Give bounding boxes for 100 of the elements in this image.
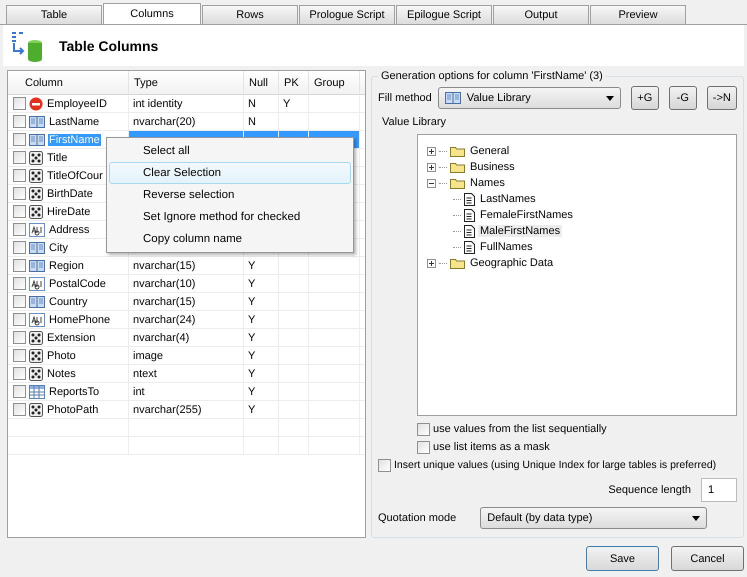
tree-item[interactable]: MaleFirstNames	[478, 225, 562, 237]
tab[interactable]: Prologue Script	[299, 5, 395, 24]
table-cell: nvarchar(20)	[129, 113, 244, 131]
table-cell[interactable]: HireDate	[46, 206, 92, 218]
table-cell: Y	[244, 257, 279, 275]
table-cell	[309, 113, 360, 131]
table-cell: nvarchar(15)	[129, 293, 244, 311]
table-cell: Y	[279, 95, 309, 113]
table-cell[interactable]: BirthDate	[46, 188, 94, 200]
checkbox[interactable]	[13, 313, 26, 326]
table-cell: Y	[244, 365, 279, 383]
column-header[interactable]: Column	[8, 71, 129, 95]
expand-icon[interactable]	[427, 162, 436, 172]
table-cell[interactable]: Title	[46, 152, 68, 164]
quotation-mode-dropdown[interactable]: Default (by data type)	[480, 507, 708, 529]
folder-icon	[450, 161, 465, 173]
checkbox[interactable]	[13, 277, 26, 290]
tree-item[interactable]: General	[468, 145, 512, 157]
table-cell[interactable]: Country	[48, 296, 89, 308]
checkbox[interactable]	[417, 422, 430, 436]
table-cell: Y	[244, 329, 279, 347]
book-icon	[444, 91, 461, 105]
checkbox[interactable]	[417, 440, 430, 454]
sequence-length-field[interactable]: 1	[701, 478, 737, 502]
tree-item[interactable]: FemaleFirstNames	[478, 209, 575, 221]
checkbox-label: Insert unique values (using Unique Index for large tables is preferred)	[394, 459, 716, 471]
tool-button[interactable]: -G	[668, 86, 697, 110]
checkbox[interactable]	[13, 331, 26, 344]
fill-method-dropdown[interactable]: Value Library	[438, 87, 621, 109]
menu-item[interactable]: Copy column name	[109, 228, 351, 250]
table-cell[interactable]: Address	[48, 224, 90, 236]
field-label: Fill method	[378, 92, 432, 104]
checkbox[interactable]	[13, 259, 26, 272]
tab[interactable]: Epilogue Script	[396, 5, 492, 24]
group-title: Generation options for column 'FirstName' (3)	[380, 70, 604, 82]
collapse-icon[interactable]	[427, 178, 436, 188]
tab[interactable]: Preview	[590, 5, 686, 24]
checkbox[interactable]	[13, 205, 26, 218]
table-cell[interactable]: City	[48, 242, 69, 254]
tree-item[interactable]: Geographic Data	[468, 257, 556, 269]
tab[interactable]: Columns	[103, 3, 201, 24]
checkbox[interactable]	[13, 115, 26, 128]
book-icon	[29, 294, 45, 308]
table-cell[interactable]: ReportsTo	[48, 386, 100, 398]
checkbox[interactable]	[13, 367, 26, 380]
column-header[interactable]: Null	[244, 71, 279, 95]
tree-item[interactable]: Business	[468, 161, 517, 173]
menu-item[interactable]: Reverse selection	[109, 184, 351, 206]
cancel-button[interactable]: Cancel	[671, 546, 744, 571]
table-cell: N	[244, 113, 279, 131]
tab[interactable]: Output	[493, 5, 589, 24]
expand-icon[interactable]	[427, 146, 436, 156]
table-cell: Y	[244, 311, 279, 329]
checkbox[interactable]	[13, 385, 26, 398]
checkbox[interactable]	[378, 458, 391, 472]
checkbox[interactable]	[13, 187, 26, 200]
checkbox[interactable]	[13, 151, 26, 164]
field-label: Quotation mode	[378, 512, 456, 524]
table-cell[interactable]: PostalCode	[48, 278, 107, 290]
tree-item[interactable]: FullNames	[478, 241, 535, 253]
tool-button[interactable]: +G	[630, 86, 659, 110]
tool-button[interactable]: ->N	[706, 86, 737, 110]
table-cell[interactable]: Notes	[46, 368, 77, 380]
checkbox[interactable]	[13, 349, 26, 362]
column-header[interactable]: PK	[279, 71, 309, 95]
table-cell	[279, 257, 309, 275]
checkbox[interactable]	[13, 169, 26, 182]
tab[interactable]: Table	[6, 5, 102, 24]
checkbox[interactable]	[13, 403, 26, 416]
expand-icon[interactable]	[427, 258, 436, 268]
table-cell[interactable]: Photo	[46, 350, 77, 362]
table-cell[interactable]: HomePhone	[48, 314, 112, 326]
dropdown-arrow-icon	[606, 96, 614, 100]
checkbox[interactable]	[13, 295, 26, 308]
checkbox[interactable]	[13, 133, 26, 146]
book-icon	[29, 132, 45, 146]
table-cell	[309, 95, 360, 113]
table-cell: int	[129, 383, 244, 401]
table-cell: ntext	[129, 365, 244, 383]
save-button[interactable]: Save	[586, 546, 659, 571]
dropdown-arrow-icon	[692, 516, 700, 520]
column-header[interactable]: Type	[129, 71, 244, 95]
table-cell[interactable]: Region	[48, 260, 85, 272]
tree-item[interactable]: Names	[468, 177, 507, 189]
folder-icon	[450, 145, 465, 157]
tab[interactable]: Rows	[202, 5, 298, 24]
table-cell: Y	[244, 383, 279, 401]
menu-item[interactable]: Set Ignore method for checked	[109, 206, 351, 228]
menu-item[interactable]: Clear Selection	[109, 162, 351, 184]
table-cell: int identity	[129, 95, 244, 113]
checkbox[interactable]	[13, 97, 26, 110]
column-header[interactable]: Group	[309, 71, 360, 95]
document-icon	[464, 224, 475, 238]
table-cell: nvarchar(15)	[129, 257, 244, 275]
checkbox[interactable]	[13, 241, 26, 254]
tree-item[interactable]: LastNames	[478, 193, 538, 205]
checkbox[interactable]	[13, 223, 26, 236]
table-cell: nvarchar(4)	[129, 329, 244, 347]
menu-item[interactable]: Select all	[109, 140, 351, 162]
table-cell: N	[244, 95, 279, 113]
